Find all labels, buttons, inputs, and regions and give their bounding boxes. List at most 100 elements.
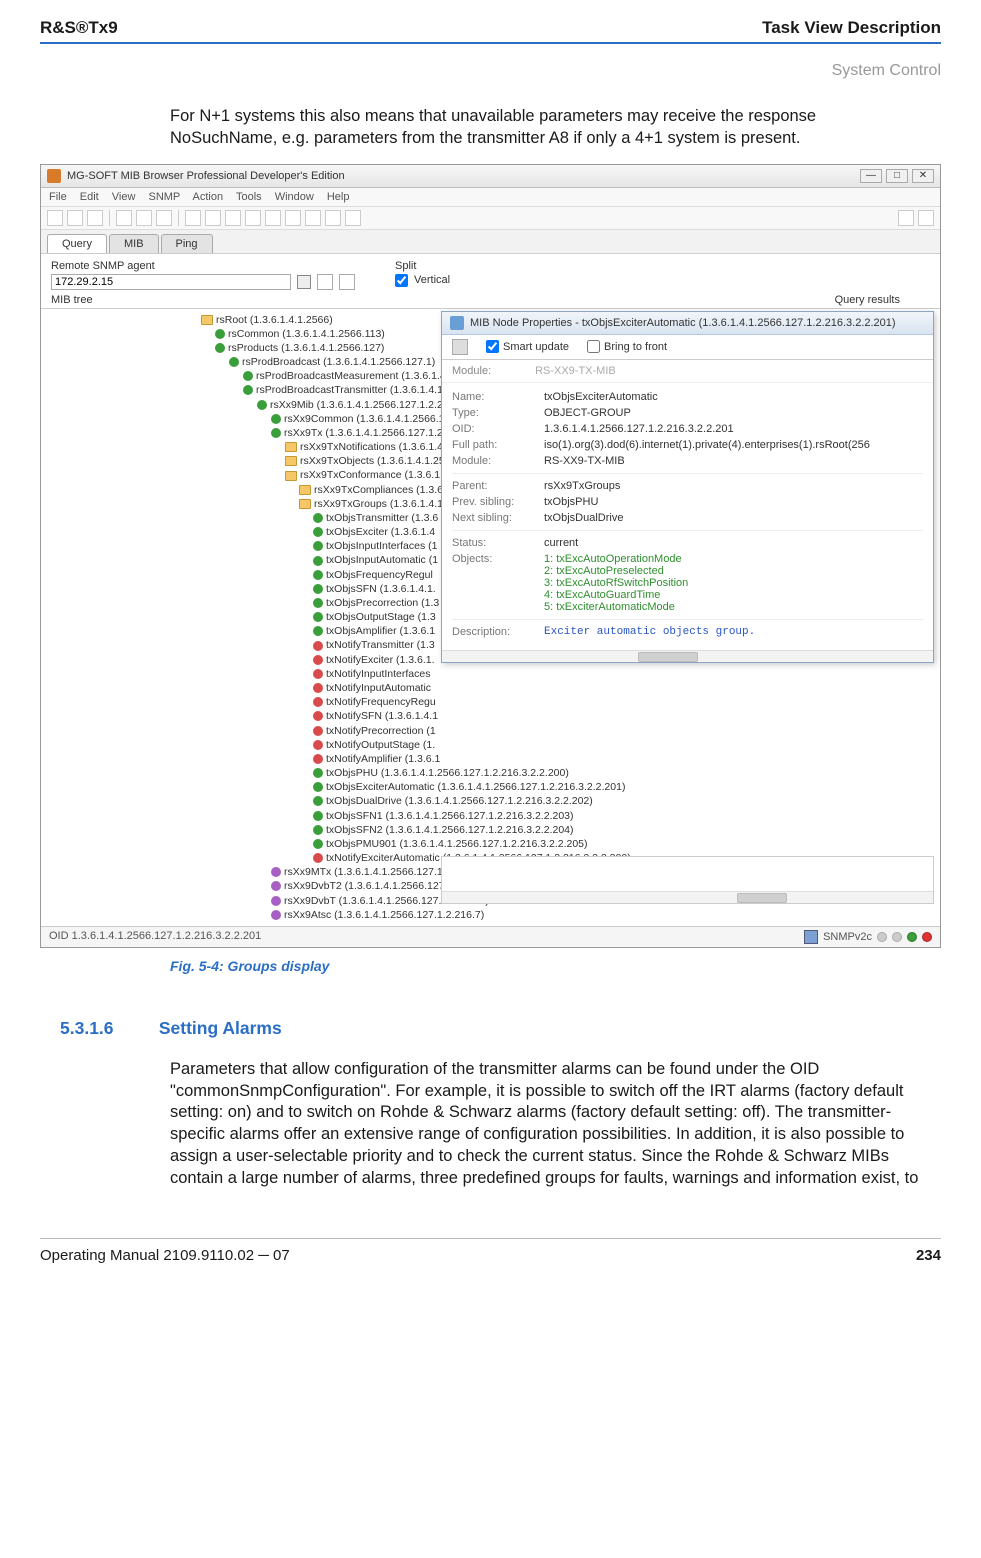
node-icon: [215, 329, 225, 339]
toolbar-button[interactable]: [345, 210, 361, 226]
remote-agent-label: Remote SNMP agent: [51, 260, 355, 272]
query-bar: Remote SNMP agent Split Vertical: [41, 254, 940, 292]
tree-node-label: txObjsPrecorrection (1.3: [326, 596, 439, 610]
properties-icon: [450, 316, 464, 330]
node-properties-window: MIB Node Properties - txObjsExciterAutom…: [441, 311, 934, 663]
window-titlebar: MG-SOFT MIB Browser Professional Develop…: [41, 165, 940, 188]
toolbar-button[interactable]: [67, 210, 83, 226]
properties-body: Name:txObjsExciterAutomaticType:OBJECT-G…: [442, 383, 933, 650]
toolbar-button[interactable]: [185, 210, 201, 226]
toolbar-button[interactable]: [156, 210, 172, 226]
prop-value: txObjsDualDrive: [544, 512, 623, 524]
module-label: Module:: [452, 365, 532, 377]
folder-icon: [201, 315, 213, 325]
module-value: RS-XX9-TX-MIB: [535, 365, 616, 377]
close-button[interactable]: ✕: [912, 169, 934, 183]
toolbar-button[interactable]: [87, 210, 103, 226]
maximize-button[interactable]: □: [886, 169, 908, 183]
tree-node[interactable]: txNotifyFrequencyRegu: [201, 695, 631, 709]
tree-node[interactable]: txNotifySFN (1.3.6.1.4.1: [201, 709, 631, 723]
toolbar-button[interactable]: [898, 210, 914, 226]
tree-node[interactable]: txNotifyPrecorrection (1: [201, 724, 631, 738]
horizontal-scrollbar[interactable]: [442, 891, 933, 903]
tab-ping[interactable]: Ping: [161, 234, 213, 253]
tree-node[interactable]: txObjsDualDrive (1.3.6.1.4.1.2566.127.1.…: [201, 794, 631, 808]
oid-status: OID 1.3.6.1.4.1.2566.127.1.2.216.3.2.2.2…: [49, 930, 261, 944]
tree-node[interactable]: txNotifyInputAutomatic: [201, 681, 631, 695]
toolbar-button[interactable]: [918, 210, 934, 226]
horizontal-scrollbar[interactable]: [442, 650, 933, 662]
toolbar: [41, 207, 940, 230]
tree-node-label: rsRoot (1.3.6.1.4.1.2566): [216, 313, 333, 327]
status-bar: OID 1.3.6.1.4.1.2566.127.1.2.216.3.2.2.2…: [41, 926, 940, 947]
folder-icon: [299, 499, 311, 509]
prop-key: Module:: [452, 455, 544, 467]
tree-node[interactable]: txNotifyInputInterfaces: [201, 667, 631, 681]
toolbar-button[interactable]: [205, 210, 221, 226]
node-icon: [313, 754, 323, 764]
tree-node[interactable]: txNotifyOutputStage (1.: [201, 738, 631, 752]
node-icon: [271, 428, 281, 438]
tree-node-label: txObjsDualDrive (1.3.6.1.4.1.2566.127.1.…: [326, 794, 593, 808]
bring-front-label: Bring to front: [604, 341, 667, 353]
toolbar-button[interactable]: [136, 210, 152, 226]
tree-node-label: txNotifySFN (1.3.6.1.4.1: [326, 709, 438, 723]
toolbar-button[interactable]: [225, 210, 241, 226]
tree-node-label: rsXx9TxConformance (1.3.6.1.4: [300, 468, 449, 482]
action-icon[interactable]: [339, 274, 355, 290]
prop-value: current: [544, 537, 578, 549]
tree-node[interactable]: txObjsSFN2 (1.3.6.1.4.1.2566.127.1.2.216…: [201, 823, 631, 837]
node-icon: [313, 669, 323, 679]
screenshot-window: MG-SOFT MIB Browser Professional Develop…: [40, 164, 941, 948]
tree-node-label: txObjsOutputStage (1.3: [326, 610, 436, 624]
toolbar-button[interactable]: [305, 210, 321, 226]
node-icon: [313, 612, 323, 622]
tree-node-label: txObjsPHU (1.3.6.1.4.1.2566.127.1.2.216.…: [326, 766, 569, 780]
node-icon: [313, 655, 323, 665]
tree-node[interactable]: txNotifyAmplifier (1.3.6.1: [201, 752, 631, 766]
prop-value: rsXx9TxGroups: [544, 480, 620, 492]
tree-node-label: txObjsInputAutomatic (1: [326, 553, 438, 567]
tree-node-label: txObjsExciter (1.3.6.1.4: [326, 525, 435, 539]
minimize-button[interactable]: —: [860, 169, 882, 183]
remote-agent-input[interactable]: [51, 274, 291, 290]
toolbar-button[interactable]: [325, 210, 341, 226]
smart-update-label: Smart update: [503, 341, 569, 353]
toolbar-button[interactable]: [116, 210, 132, 226]
tab-query[interactable]: Query: [47, 234, 107, 253]
toolbar-button[interactable]: [285, 210, 301, 226]
pin-icon[interactable]: [452, 339, 468, 355]
tree-node[interactable]: rsXx9Atsc (1.3.6.1.4.1.2566.127.1.2.216.…: [201, 908, 631, 922]
vertical-label: Vertical: [414, 274, 450, 286]
toolbar-button[interactable]: [265, 210, 281, 226]
prop-value: txObjsExciterAutomatic: [544, 391, 658, 403]
toolbar-button[interactable]: [47, 210, 63, 226]
prop-key: Description:: [452, 626, 544, 638]
properties-title: MIB Node Properties - txObjsExciterAutom…: [470, 317, 896, 329]
tree-node-label: txNotifyInputInterfaces: [326, 667, 430, 681]
node-icon: [313, 541, 323, 551]
toolbar-button[interactable]: [245, 210, 261, 226]
tree-node[interactable]: txObjsPMU901 (1.3.6.1.4.1.2566.127.1.2.2…: [201, 837, 631, 851]
prop-value: Exciter automatic objects group.: [544, 626, 755, 638]
tree-node-label: txObjsSFN1 (1.3.6.1.4.1.2566.127.1.2.216…: [326, 809, 574, 823]
node-icon: [313, 556, 323, 566]
tree-node[interactable]: txObjsExciterAutomatic (1.3.6.1.4.1.2566…: [201, 780, 631, 794]
smart-update-checkbox[interactable]: [486, 340, 499, 353]
prop-value: RS-XX9-TX-MIB: [544, 455, 625, 467]
node-icon: [313, 768, 323, 778]
node-icon: [313, 839, 323, 849]
dropdown-icon[interactable]: [297, 275, 311, 289]
tree-node-label: rsXx9Tx (1.3.6.1.4.1.2566.127.1.2.: [284, 426, 446, 440]
tabs: Query MIB Ping: [41, 230, 940, 254]
tree-node-label: txObjsAmplifier (1.3.6.1: [326, 624, 435, 638]
tree-node[interactable]: txObjsSFN1 (1.3.6.1.4.1.2566.127.1.2.216…: [201, 809, 631, 823]
bring-front-checkbox[interactable]: [587, 340, 600, 353]
node-icon: [313, 626, 323, 636]
vertical-checkbox[interactable]: [395, 274, 408, 287]
action-icon[interactable]: [317, 274, 333, 290]
folder-icon: [299, 485, 311, 495]
tab-mib[interactable]: MIB: [109, 234, 159, 253]
menubar[interactable]: File Edit View SNMP Action Tools Window …: [41, 188, 940, 207]
tree-node[interactable]: txObjsPHU (1.3.6.1.4.1.2566.127.1.2.216.…: [201, 766, 631, 780]
